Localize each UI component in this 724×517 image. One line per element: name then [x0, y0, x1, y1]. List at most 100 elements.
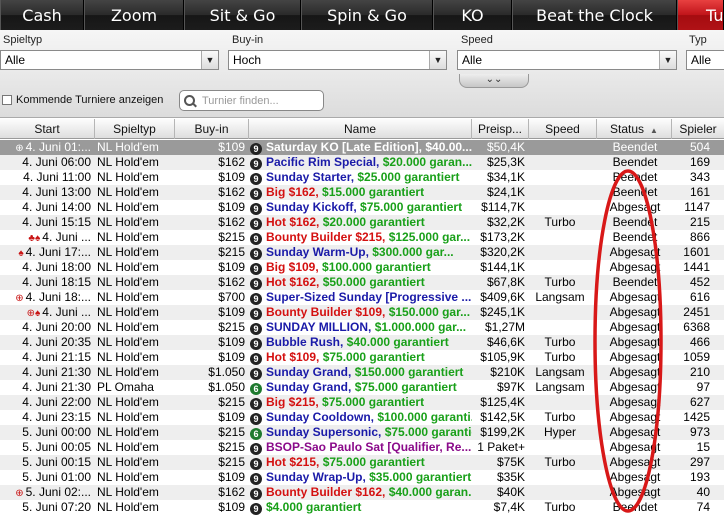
- row-speed: [530, 245, 590, 260]
- row-prizepool: $25,3K: [486, 155, 525, 169]
- row-name-cell: 6 Sunday Grand, $75.000 garantiert: [250, 380, 472, 395]
- row-buyin: $215: [218, 230, 245, 244]
- row-guarantee: $300.000 gar...: [372, 245, 454, 259]
- row-game-type: PL Omaha: [97, 380, 154, 394]
- row-status: Beendet: [612, 185, 658, 199]
- filter-buyin-select[interactable]: Hoch ▼: [228, 50, 447, 70]
- table-row[interactable]: 4. Juni 06:00 NL Hold'em $162 9 Pacific Rim …: [0, 155, 724, 170]
- row-status: Abgesagt: [609, 200, 661, 214]
- row-buyin: $215: [218, 245, 245, 259]
- row-status: Abgesagt: [609, 485, 661, 499]
- upcoming-tournaments-toggle[interactable]: Kommende Turniere anzeigen: [2, 94, 163, 106]
- row-prizepool: $1,27M: [484, 320, 525, 334]
- tab-spin-and-go[interactable]: Spin & Go: [301, 0, 433, 30]
- row-start-time: 4. Juni ...: [42, 305, 91, 319]
- tournament-badge-icon: ⊕: [15, 143, 24, 154]
- column-players[interactable]: Spieler: [672, 119, 724, 139]
- column-speed[interactable]: Speed: [529, 119, 597, 139]
- row-start-time: 4. Juni 22:00: [22, 395, 91, 409]
- seat-count-icon: 9: [250, 278, 262, 290]
- table-row[interactable]: ♣♠ 4. Juni ... NL Hold'em $215 9 Bounty Build…: [0, 230, 724, 245]
- seat-count-icon: 9: [250, 413, 262, 425]
- row-speed: Langsam: [535, 380, 585, 394]
- row-game-type: NL Hold'em: [97, 275, 159, 289]
- row-speed: [530, 485, 590, 500]
- table-row[interactable]: 5. Juni 00:05 NL Hold'em $215 9 BSOP-Sao Pau…: [0, 440, 724, 455]
- seat-count-icon: 9: [250, 443, 262, 455]
- table-row[interactable]: 4. Juni 15:15 NL Hold'em $162 9 Hot $162, $2…: [0, 215, 724, 230]
- table-row[interactable]: 5. Juni 01:00 NL Hold'em $109 9 Sunday Wrap-…: [0, 470, 724, 485]
- tab-cash[interactable]: Cash: [0, 0, 84, 30]
- row-tournament-name: Big $109,: [266, 260, 323, 274]
- table-row[interactable]: 4. Juni 18:15 NL Hold'em $162 9 Hot $162, $5…: [0, 275, 724, 290]
- seat-count-icon: 9: [250, 263, 262, 275]
- row-buyin: $215: [218, 440, 245, 454]
- row-players: 343: [689, 170, 710, 184]
- table-row[interactable]: ⊕ 4. Juni 01:... NL Hold'em $109 9 Saturday K…: [0, 140, 724, 155]
- tournament-badge-icon: ⊕: [15, 488, 24, 499]
- seat-count-icon: 9: [250, 368, 262, 380]
- tournament-search-input[interactable]: Turnier finden...: [179, 90, 324, 111]
- table-row[interactable]: ⊕ 4. Juni 18:... NL Hold'em $700 9 Super-Size…: [0, 290, 724, 305]
- tournament-badge-icon: ⊕♠: [26, 308, 41, 319]
- row-speed: Turbo: [544, 500, 576, 514]
- filter-spieltyp-select[interactable]: Alle ▼: [0, 50, 219, 70]
- upcoming-checkbox[interactable]: [2, 95, 12, 105]
- tab-beat-the-clock[interactable]: Beat the Clock: [512, 0, 677, 30]
- row-start-time: 4. Juni 18:00: [22, 260, 91, 274]
- row-start-cell: 4. Juni 14:00: [0, 200, 93, 215]
- row-prizepool: $105,9K: [480, 350, 525, 364]
- table-row[interactable]: 4. Juni 18:00 NL Hold'em $109 9 Big $109, $1…: [0, 260, 724, 275]
- tab-sit-and-go[interactable]: Sit & Go: [184, 0, 301, 30]
- row-tournament-name: Pacific Rim Special,: [266, 155, 383, 169]
- table-row[interactable]: 4. Juni 14:00 NL Hold'em $109 9 Sunday Kicko…: [0, 200, 724, 215]
- column-status[interactable]: Status ▲: [597, 119, 672, 139]
- row-players: 973: [689, 425, 710, 439]
- row-status: Abgesagt: [609, 335, 661, 349]
- table-row[interactable]: 4. Juni 21:30 NL Hold'em $1.050 9 Sunday Gra…: [0, 365, 724, 380]
- table-row[interactable]: ⊕♠ 4. Juni ... NL Hold'em $109 9 Bounty Build…: [0, 305, 724, 320]
- table-row[interactable]: ♠ 4. Juni 17:... NL Hold'em $215 9 Sunday War…: [0, 245, 724, 260]
- row-status: Beendet: [612, 155, 658, 169]
- table-row[interactable]: 4. Juni 13:00 NL Hold'em $162 9 Big $162, $1…: [0, 185, 724, 200]
- row-game-type: NL Hold'em: [97, 410, 159, 424]
- column-name[interactable]: Name: [249, 119, 472, 139]
- row-start-cell: ♠ 4. Juni 17:...: [0, 245, 93, 260]
- table-row[interactable]: 5. Juni 07:20 NL Hold'em $109 9 $4.000 garan…: [0, 500, 724, 515]
- row-prizepool: $173,2K: [480, 230, 525, 244]
- column-start[interactable]: Start: [0, 119, 95, 139]
- table-row[interactable]: 4. Juni 21:15 NL Hold'em $109 9 Hot $109, $7…: [0, 350, 724, 365]
- seat-count-icon: 6: [250, 383, 262, 395]
- filter-typ-value: Alle: [691, 53, 712, 67]
- seat-count-icon: 9: [250, 143, 262, 155]
- row-players: 297: [689, 455, 710, 469]
- row-game-type: NL Hold'em: [97, 140, 159, 154]
- column-buyin[interactable]: Buy-in: [175, 119, 249, 139]
- tab-tournaments[interactable]: Tu: [677, 0, 724, 30]
- table-row[interactable]: 4. Juni 21:30 PL Omaha $1.050 6 Sunday Grand…: [0, 380, 724, 395]
- table-row[interactable]: 4. Juni 23:15 NL Hold'em $109 9 Sunday Coold…: [0, 410, 724, 425]
- table-row[interactable]: 4. Juni 11:00 NL Hold'em $109 9 Sunday Start…: [0, 170, 724, 185]
- column-prizepool[interactable]: Preisp...: [472, 119, 529, 139]
- filter-typ-select[interactable]: Alle: [686, 50, 724, 70]
- table-row[interactable]: ⊕ 5. Juni 02:... NL Hold'em $162 9 Bounty Bui…: [0, 485, 724, 500]
- table-row[interactable]: 4. Juni 20:00 NL Hold'em $215 9 SUNDAY MILLI…: [0, 320, 724, 335]
- tab-zoom[interactable]: Zoom: [84, 0, 184, 30]
- row-buyin: $700: [218, 290, 245, 304]
- tab-ko[interactable]: KO: [433, 0, 512, 30]
- column-spieltyp[interactable]: Spieltyp: [95, 119, 175, 139]
- table-row[interactable]: 5. Juni 00:15 NL Hold'em $215 9 Hot $215, $7…: [0, 455, 724, 470]
- table-row[interactable]: 4. Juni 22:00 NL Hold'em $215 9 Big $215, $7…: [0, 395, 724, 410]
- row-tournament-name: BSOP-Sao Paulo Sat [Qualifier, Re...: [266, 440, 472, 454]
- row-tournament-name: Hot $162,: [266, 215, 323, 229]
- row-buyin: $162: [218, 215, 245, 229]
- expand-filters-button[interactable]: ⌄⌄: [459, 74, 529, 88]
- table-row[interactable]: 4. Juni 20:35 NL Hold'em $109 9 Bubble Rush,…: [0, 335, 724, 350]
- row-game-type: NL Hold'em: [97, 260, 159, 274]
- row-game-type: NL Hold'em: [97, 320, 159, 334]
- row-start-time: 4. Juni 18:...: [25, 290, 91, 304]
- row-tournament-name: Super-Sized Sunday [Progressive ...: [266, 290, 472, 304]
- filter-speed-select[interactable]: Alle ▼: [457, 50, 677, 70]
- table-row[interactable]: 5. Juni 00:00 NL Hold'em $215 6 Sunday Super…: [0, 425, 724, 440]
- row-speed: [530, 440, 590, 455]
